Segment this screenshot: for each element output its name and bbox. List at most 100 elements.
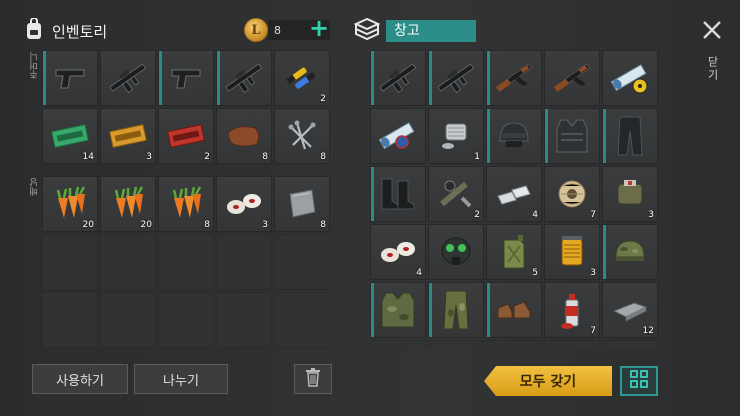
empty-slot[interactable] [100,234,156,290]
equipped-marker [371,283,374,337]
equipped-marker [487,51,490,105]
item-quantity: 20 [82,220,94,230]
item-slot[interactable]: 4 [370,224,426,280]
item-quantity: 3 [146,152,152,162]
split-button[interactable]: 나누기 [134,364,228,394]
item-slot[interactable]: 3 [216,176,272,232]
item-slot[interactable] [370,108,426,164]
equipped-marker [371,167,374,221]
item-slot[interactable]: 2 [158,108,214,164]
storage-scroll-area[interactable]: 1 2 4 7 3 4 5 3 7 12 [368,48,660,348]
empty-slot[interactable] [274,292,330,348]
item-quantity: 8 [262,152,268,162]
empty-slot[interactable] [274,234,330,290]
item-quantity: 4 [532,210,538,220]
item-quantity: 8 [320,220,326,230]
coin-counter: L 8 [244,18,281,42]
item-slot[interactable] [544,108,600,164]
item-slot[interactable]: 3 [544,224,600,280]
empty-slot[interactable] [602,340,658,348]
item-slot[interactable] [544,50,600,106]
grid-icon [630,370,648,392]
equipped-marker [43,51,46,105]
trash-button[interactable] [294,364,332,394]
item-quantity: 3 [590,268,596,278]
item-slot[interactable]: 20 [100,176,156,232]
equipped-marker [487,109,490,163]
use-button[interactable]: 사용하기 [32,364,128,394]
item-slot[interactable] [428,282,484,338]
item-quantity: 20 [140,220,152,230]
empty-slot[interactable] [100,292,156,348]
item-quantity: 2 [474,210,480,220]
inventory-title: 인벤토리 [52,22,108,41]
item-slot[interactable] [158,50,214,106]
storage-grid: 1 2 4 7 3 4 5 3 7 12 [370,50,658,348]
empty-slot[interactable] [42,292,98,348]
backpack-icon [24,17,44,44]
equipped-marker [487,283,490,337]
item-slot[interactable] [428,50,484,106]
item-slot[interactable]: 8 [274,176,330,232]
equipped-marker [603,109,606,163]
empty-slot[interactable] [544,340,600,348]
item-slot[interactable]: 8 [216,108,272,164]
item-slot[interactable] [486,50,542,106]
empty-slot[interactable] [42,234,98,290]
item-slot[interactable] [100,50,156,106]
item-slot[interactable]: 4 [486,166,542,222]
item-slot[interactable]: 12 [602,282,658,338]
item-slot[interactable]: 14 [42,108,98,164]
item-quantity: 8 [204,220,210,230]
item-slot[interactable] [370,50,426,106]
trash-icon [305,367,321,391]
item-slot[interactable] [486,282,542,338]
item-slot[interactable]: 5 [486,224,542,280]
empty-slot[interactable] [158,234,214,290]
item-slot[interactable] [370,282,426,338]
item-quantity: 7 [590,210,596,220]
item-slot[interactable] [428,224,484,280]
item-quantity: 7 [590,326,596,336]
item-slot[interactable]: 8 [274,108,330,164]
empty-slot[interactable] [216,292,272,348]
item-quantity: 2 [320,94,326,104]
item-slot[interactable] [370,166,426,222]
coin-icon: L [244,18,268,42]
pocket-label: 주머니 [30,52,40,79]
item-slot[interactable] [486,108,542,164]
empty-slot[interactable] [216,234,272,290]
item-slot[interactable] [602,108,658,164]
empty-slot[interactable] [486,340,542,348]
item-slot[interactable] [602,50,658,106]
backpack-label: 배낭 [30,178,40,196]
item-slot[interactable]: 2 [274,50,330,106]
empty-slot[interactable] [428,340,484,348]
item-slot[interactable]: 8 [158,176,214,232]
equipped-marker [371,51,374,105]
item-slot[interactable] [42,50,98,106]
equipped-marker [429,51,432,105]
item-slot[interactable]: 2 [428,166,484,222]
take-all-button[interactable]: 모두 갖기 [484,366,612,396]
inventory-backpack-grid: 20 20 8 3 8 [42,176,330,348]
item-slot[interactable]: 7 [544,282,600,338]
item-slot[interactable]: 7 [544,166,600,222]
item-slot[interactable]: 20 [42,176,98,232]
empty-slot[interactable] [158,292,214,348]
item-slot[interactable]: 3 [602,166,658,222]
item-quantity: 3 [262,220,268,230]
item-slot[interactable]: 1 [428,108,484,164]
empty-slot[interactable] [370,340,426,348]
item-slot[interactable] [602,224,658,280]
item-quantity: 2 [204,152,210,162]
item-slot[interactable]: 3 [100,108,156,164]
item-slot[interactable] [216,50,272,106]
grid-view-toggle[interactable] [620,366,658,396]
add-coins-button[interactable]: + [308,16,330,40]
equipped-marker [217,51,220,105]
item-quantity: 14 [82,152,94,162]
close-label[interactable]: 닫기 [704,56,720,82]
item-quantity: 8 [320,152,326,162]
close-icon[interactable] [700,18,724,42]
